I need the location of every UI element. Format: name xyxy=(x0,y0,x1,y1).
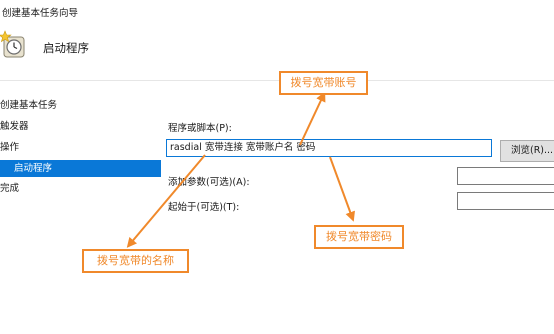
account-arrow xyxy=(299,91,326,146)
program-input[interactable]: rasdial 宽带连接 宽带账户名 密码 xyxy=(166,139,492,157)
page-title: 启动程序 xyxy=(43,41,89,55)
step-create-basic-task[interactable]: 创建基本任务 xyxy=(0,97,57,114)
callout-password: 拨号宽带密码 xyxy=(314,225,404,249)
wizard-header: 启动程序 xyxy=(0,24,554,81)
step-label: 触发器 xyxy=(0,121,29,132)
step-label: 完成 xyxy=(0,183,20,194)
start-in-label: 起始于(可选)(T): xyxy=(168,202,240,213)
arguments-input[interactable] xyxy=(457,167,554,185)
step-label: 创建基本任务 xyxy=(0,100,58,111)
program-label: 程序或脚本(P): xyxy=(168,123,232,134)
callout-name: 拨号宽带的名称 xyxy=(82,249,189,273)
password-arrow xyxy=(329,156,355,222)
clock-task-icon xyxy=(0,30,25,58)
step-trigger[interactable]: 触发器 xyxy=(0,118,29,135)
title-bar: 创建基本任务向导 xyxy=(0,0,554,24)
wizard-steps: 创建基本任务 触发器 操作 启动程序 完成 xyxy=(0,81,161,334)
step-label: 启动程序 xyxy=(14,163,53,174)
step-action[interactable]: 操作 xyxy=(0,139,19,156)
arguments-label: 添加参数(可选)(A): xyxy=(168,177,250,188)
browse-button[interactable]: 浏览(R)... xyxy=(500,140,554,162)
start-in-input[interactable] xyxy=(457,192,554,210)
window-title: 创建基本任务向导 xyxy=(2,8,79,19)
callout-account: 拨号宽带账号 xyxy=(279,71,368,95)
step-label: 操作 xyxy=(0,142,20,153)
step-finish[interactable]: 完成 xyxy=(0,180,19,197)
step-start-program[interactable]: 启动程序 xyxy=(0,160,161,177)
